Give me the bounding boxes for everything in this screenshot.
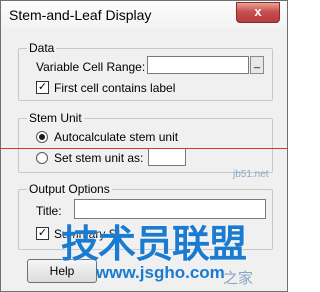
collapse-dialog-icon: _	[253, 57, 261, 69]
title-label: Title:	[36, 204, 62, 218]
variable-cell-range-label: Variable Cell Range:	[36, 60, 146, 74]
first-cell-label-text: First cell contains label	[54, 81, 176, 95]
close-button[interactable]: x	[236, 2, 280, 23]
checkmark-icon: ✓	[37, 81, 48, 93]
watermark-url: www.jsgho.com	[96, 263, 225, 282]
checkmark-icon: ✓	[37, 227, 48, 239]
set-stem-unit-radio[interactable]	[36, 152, 48, 164]
stem-unit-input[interactable]	[148, 148, 186, 166]
first-cell-label-checkbox[interactable]: ✓	[36, 81, 49, 94]
output-options-legend: Output Options	[29, 182, 110, 196]
annotation-red-line	[1, 148, 287, 149]
variable-cell-range-input[interactable]	[147, 56, 249, 74]
dialog-title: Stem-and-Leaf Display	[9, 7, 152, 23]
watermark-side-bottom: 之家	[223, 270, 254, 287]
stem-unit-group-legend: Stem Unit	[29, 111, 82, 125]
watermark-side-top: jb51.net	[233, 169, 269, 180]
title-bar: Stem-and-Leaf Display x	[1, 1, 287, 29]
autocalculate-radio[interactable]	[36, 131, 48, 143]
summary-statistics-checkbox[interactable]: ✓	[36, 227, 49, 240]
watermark-main: 技术员联盟	[61, 224, 247, 266]
autocalculate-label: Autocalculate stem unit	[54, 130, 179, 144]
stem-and-leaf-dialog: Stem-and-Leaf Display x Data Variable Ce…	[0, 0, 288, 292]
range-select-button[interactable]: _	[250, 56, 264, 74]
set-stem-unit-label: Set stem unit as:	[54, 151, 144, 165]
close-icon: x	[254, 4, 262, 19]
data-group-legend: Data	[29, 41, 55, 55]
